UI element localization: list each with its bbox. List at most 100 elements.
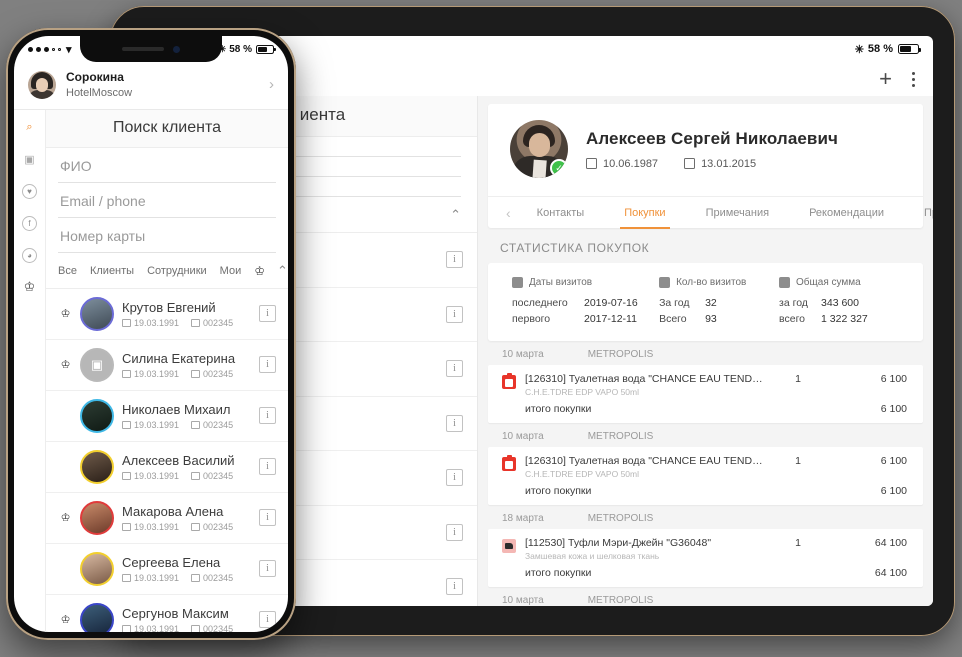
current-user-header[interactable]: Сорокина HotelMoscow › (14, 62, 288, 110)
people-group-icon[interactable]: ♔ (254, 264, 265, 278)
contact-info: Алексеев Василий 19.03.1991 002345 (122, 452, 251, 482)
avatar (80, 602, 114, 632)
info-button[interactable]: i (446, 578, 463, 596)
filter-klienty[interactable]: Клиенты (90, 265, 134, 277)
people-group-icon[interactable]: ♔ (20, 278, 39, 297)
gift-calendar-icon[interactable]: ▣ (20, 150, 39, 169)
purchase-title: [126310] Туалетная вода "CHANCE EAU TEND… (525, 455, 763, 467)
info-button[interactable]: i (446, 251, 463, 269)
add-icon[interactable]: + (879, 68, 892, 90)
avatar (80, 551, 114, 586)
tab-kontakty[interactable]: Контакты (517, 197, 605, 229)
camera-icon (173, 45, 180, 53)
phone-left-rail: ⌕ ▣ ♥ f ◕ ♔ (14, 109, 46, 632)
purchase-total-value: 6 100 (880, 403, 907, 415)
list-item[interactable]: ♔ Крутов Евгений 19.03.1991 002345 i (46, 289, 288, 340)
purchase-card[interactable]: [126310] Туалетная вода "CHANCE EAU TEND… (488, 447, 923, 505)
info-button[interactable]: i (446, 523, 463, 541)
list-item[interactable]: Сергеева Елена 19.03.1991 002345 i (46, 544, 288, 595)
search-title: Поиск клиента (46, 109, 288, 148)
contact-info: Сергеева Елена 19.03.1991 002345 (122, 555, 251, 583)
tab-rekomendacii[interactable]: Рекомендации (789, 197, 904, 229)
client-profile-card: ✓ Алексеев Сергей Николаевич 10.06.1987 … (488, 104, 933, 229)
purchase-subtitle: Замшевая кожа и шелковая ткань (525, 551, 660, 561)
page-title: Алексеев Сергей Николаевич (586, 128, 839, 148)
kebab-menu-icon[interactable] (912, 71, 915, 87)
info-button[interactable]: i (446, 469, 463, 487)
phone-body: ⌕ ▣ ♥ f ◕ ♔ Поиск клиента ФИО Email / ph… (14, 109, 288, 632)
info-button[interactable]: i (259, 458, 276, 476)
contact-info: Крутов Евгений 19.03.1991 002345 (122, 299, 251, 329)
info-button[interactable]: i (259, 611, 276, 629)
contact-info: Силина Екатерина 19.03.1991 002345 (122, 351, 251, 379)
contact-name: Крутов Евгений (122, 299, 216, 315)
list-item[interactable]: Николаев Михаил 19.03.1991 002345 i (46, 391, 288, 442)
contact-card: 002345 (203, 471, 234, 482)
people-group-icon: ♔ (60, 308, 71, 321)
client-profile: ✓ Алексеев Сергей Николаевич 10.06.1987 … (488, 104, 923, 196)
stat-heading-label: Даты визитов (529, 277, 593, 288)
list-item[interactable]: ♔ Сергунов Максим 19.03.1991 002345 i (46, 595, 288, 632)
info-button[interactable]: i (259, 407, 276, 425)
stat-total-sum: Общая сумма за год 343 600 всего 1 322 327 (779, 277, 899, 325)
purchase-total-label: итого покупки (525, 403, 592, 415)
bell-icon[interactable]: ◕ (20, 246, 39, 265)
bluetooth-icon: ✳ (854, 43, 864, 56)
stat-value: 32 (705, 297, 717, 309)
contact-info: Сергунов Максим 19.03.1991 002345 (122, 606, 251, 632)
card-icon (191, 523, 201, 532)
contact-name: Николаев Михаил (122, 401, 231, 417)
chevron-up-icon[interactable]: ⌃ (450, 207, 461, 223)
stat-heading: Даты визитов (512, 277, 659, 288)
chevron-right-icon[interactable]: › (269, 76, 274, 93)
tab-primechaniya-2[interactable]: Примечания (904, 197, 933, 229)
list-item[interactable]: Алексеев Василий 19.03.1991 002345 i (46, 442, 288, 493)
contact-name: Алексеев Василий (122, 452, 235, 468)
purchase-qty: 1 (795, 373, 801, 385)
contact-date: 19.03.1991 (134, 318, 180, 329)
info-button[interactable]: i (259, 305, 276, 323)
purchase-stats: Даты визитов последнего 2019-07-16 первог… (488, 263, 923, 341)
camera-icon: ▣ (80, 347, 114, 382)
purchase-item: [112530] Туфли Мэри-Джейн "G36048" Замше… (488, 529, 923, 565)
contact-name: Макарова Алена (122, 503, 224, 519)
search-icon[interactable]: ⌕ (20, 118, 39, 137)
purchase-card[interactable]: [126310] Туалетная вода "CHANCE EAU TEND… (488, 365, 923, 423)
purchase-group-header: 10 марта METROPOLIS (478, 587, 933, 606)
info-button[interactable]: i (446, 305, 463, 323)
filter-vse[interactable]: Все (58, 265, 77, 277)
list-item[interactable]: ♔ Макарова Алена 19.03.1991 002345 i (46, 493, 288, 544)
phone-device: ▾ ✳ 58 % Сорокина HotelMoscow › ⌕ ▣ ♥ f … (6, 28, 296, 640)
tab-pokupki[interactable]: Покупки (604, 197, 685, 229)
purchase-date: 10 марта (502, 431, 544, 442)
filter-moi[interactable]: Мои (220, 265, 242, 277)
info-button[interactable]: i (259, 560, 276, 578)
avatar: ✓ (510, 120, 568, 178)
purchase-item-text: [126310] Туалетная вода "CHANCE EAU TEND… (525, 373, 763, 397)
heart-icon[interactable]: ♥ (20, 182, 39, 201)
card-number-field[interactable]: Номер карты (58, 218, 276, 253)
stat-value: 2017-12-11 (584, 313, 637, 325)
info-button[interactable]: i (259, 509, 276, 527)
email-phone-field[interactable]: Email / phone (58, 183, 276, 218)
purchase-date: 10 марта (502, 595, 544, 606)
facebook-icon[interactable]: f (20, 214, 39, 233)
purchase-card[interactable]: [112530] Туфли Мэри-Джейн "G36048" Замше… (488, 529, 923, 587)
people-group-icon: ♔ (60, 512, 71, 525)
chevron-left-icon[interactable]: ‹ (500, 205, 517, 221)
contact-meta: 19.03.1991 002345 (122, 420, 251, 430)
calendar-icon (512, 277, 523, 288)
stat-key: последнего (512, 297, 568, 309)
info-button[interactable]: i (259, 356, 276, 374)
info-button[interactable]: i (446, 360, 463, 378)
stat-value: 343 600 (821, 297, 859, 309)
info-button[interactable]: i (446, 414, 463, 432)
phone-status-right: ✳ 58 % (219, 44, 276, 55)
reg-date-value: 13.01.2015 (701, 157, 757, 170)
fio-field[interactable]: ФИО (58, 148, 276, 183)
chevron-up-icon[interactable]: ⌃ (277, 263, 288, 279)
list-item[interactable]: ♔ ▣ Силина Екатерина 19.03.1991 002345 i (46, 340, 288, 391)
tab-primechaniya-1[interactable]: Примечания (686, 197, 790, 229)
people-group-icon: ♔ (60, 614, 71, 627)
filter-sotrudniki[interactable]: Сотрудники (147, 265, 207, 277)
